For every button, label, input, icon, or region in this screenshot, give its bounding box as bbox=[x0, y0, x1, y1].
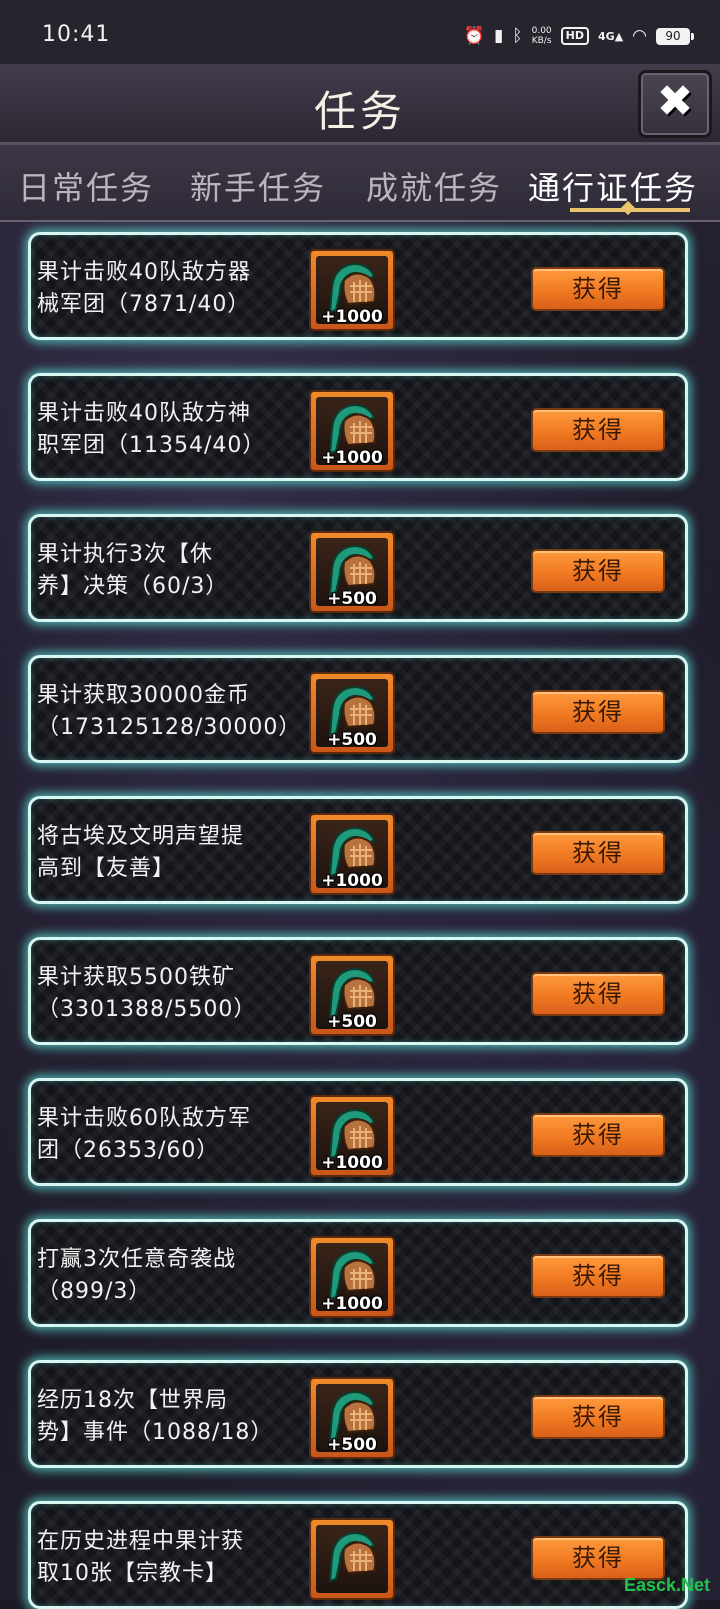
task-line-1: 果计执行3次【休 bbox=[37, 542, 213, 567]
task-description: 将古埃及文明声望提 高到【友善】 bbox=[37, 821, 297, 885]
close-icon: ✖ bbox=[656, 76, 694, 127]
tab-pass[interactable]: 通行证任务 bbox=[528, 163, 698, 209]
task-line-1: 经历18次【世界局 bbox=[37, 1388, 228, 1413]
reward-amount: +500 bbox=[327, 730, 377, 750]
reward-item: +500 bbox=[309, 954, 395, 1036]
task-description: 果计击败40队敌方神 职军团（11354/40） bbox=[37, 398, 297, 462]
task-description: 果计执行3次【休 养】决策（60/3） bbox=[37, 539, 297, 603]
task-line-2: （899/3） bbox=[37, 1279, 152, 1304]
reward-item: +1000 bbox=[309, 1236, 395, 1318]
bluetooth-icon: ᛒ bbox=[512, 26, 523, 46]
hd-badge: HD bbox=[560, 27, 589, 45]
task-card: 在历史进程中果计获 取10张【宗教卡】 获得 bbox=[28, 1501, 688, 1609]
task-line-1: 果计获取5500铁矿 bbox=[37, 965, 235, 990]
task-line-1: 果计击败60队敌方军 bbox=[37, 1106, 251, 1131]
task-line-1: 在历史进程中果计获 bbox=[37, 1529, 245, 1554]
reward-item: +1000 bbox=[309, 249, 395, 331]
task-line-2: 养】决策（60/3） bbox=[37, 574, 229, 599]
claim-button[interactable]: 获得 bbox=[531, 1395, 665, 1439]
tab-daily[interactable]: 日常任务 bbox=[18, 163, 154, 209]
reward-amount: +1000 bbox=[321, 1294, 383, 1314]
reward-item bbox=[309, 1518, 395, 1600]
task-card: 果计击败40队敌方器 械军团（7871/40） +1000 获得 bbox=[28, 232, 688, 340]
task-description: 果计击败60队敌方军 团（26353/60） bbox=[37, 1103, 297, 1167]
close-button[interactable]: ✖ bbox=[638, 70, 712, 138]
watermark: Easck.Net bbox=[623, 1575, 710, 1595]
task-line-2: 取10张【宗教卡】 bbox=[37, 1561, 228, 1586]
claim-button[interactable]: 获得 bbox=[531, 972, 665, 1016]
tab-newbie[interactable]: 新手任务 bbox=[190, 163, 326, 209]
claim-button[interactable]: 获得 bbox=[531, 690, 665, 734]
status-bar: 10:41 ⏰ ▮ ᛒ 0.00 KB/s HD 4G▲ ◠ 90 bbox=[0, 0, 720, 64]
reward-amount: +500 bbox=[327, 1012, 377, 1032]
page-title: 任务 bbox=[313, 87, 406, 136]
net-speed: 0.00 KB/s bbox=[532, 26, 552, 46]
wifi-icon: ◠ bbox=[632, 26, 647, 46]
task-description: 果计获取30000金币 （173125128/30000） bbox=[37, 680, 300, 744]
alarm-icon: ⏰ bbox=[463, 26, 486, 46]
signal-icon: 4G▲ bbox=[598, 29, 624, 43]
task-card: 经历18次【世界局势】事件（1088/18） +500 获得 bbox=[28, 1360, 688, 1468]
claim-button[interactable]: 获得 bbox=[531, 408, 665, 452]
reward-item: +500 bbox=[309, 1377, 395, 1459]
task-line-1: 果计获取30000金币 bbox=[37, 683, 250, 708]
claim-button[interactable]: 获得 bbox=[531, 1254, 665, 1298]
reward-item: +500 bbox=[309, 531, 395, 613]
task-line-2: 团（26353/60） bbox=[37, 1138, 220, 1163]
task-card: 将古埃及文明声望提 高到【友善】 +1000 获得 bbox=[28, 796, 688, 904]
task-line-1: 果计击败40队敌方神 bbox=[37, 401, 251, 426]
claim-button[interactable]: 获得 bbox=[531, 1536, 665, 1580]
task-card: 果计获取5500铁矿 （3301388/5500） +500 获得 bbox=[28, 937, 688, 1045]
task-description: 经历18次【世界局势】事件（1088/18） bbox=[37, 1385, 297, 1449]
clock: 10:41 bbox=[42, 22, 111, 47]
claim-button[interactable]: 获得 bbox=[531, 831, 665, 875]
reward-amount: +1000 bbox=[321, 1153, 383, 1173]
task-card: 果计击败60队敌方军 团（26353/60） +1000 获得 bbox=[28, 1078, 688, 1186]
status-icons: ⏰ ▮ ᛒ 0.00 KB/s HD 4G▲ ◠ 90 bbox=[463, 24, 694, 48]
task-description: 在历史进程中果计获 取10张【宗教卡】 bbox=[37, 1526, 297, 1590]
task-card: 果计获取30000金币 （173125128/30000） +500 获得 bbox=[28, 655, 688, 763]
title-bar: 任务 ✖ bbox=[0, 64, 720, 145]
claim-button[interactable]: 获得 bbox=[531, 1113, 665, 1157]
reward-item: +1000 bbox=[309, 1095, 395, 1177]
task-card: 果计击败40队敌方神 职军团（11354/40） +1000 获得 bbox=[28, 373, 688, 481]
task-line-2: 械军团（7871/40） bbox=[37, 292, 251, 317]
net-speed-value: 0.00 bbox=[531, 26, 552, 36]
reward-item: +1000 bbox=[309, 813, 395, 895]
task-line-2: 职军团（11354/40） bbox=[37, 433, 266, 458]
claim-button[interactable]: 获得 bbox=[531, 267, 665, 311]
reward-item: +500 bbox=[309, 672, 395, 754]
tab-achievement[interactable]: 成就任务 bbox=[366, 163, 502, 209]
task-line-1: 打赢3次任意奇袭战 bbox=[37, 1247, 236, 1272]
task-line-2: 高到【友善】 bbox=[37, 856, 176, 881]
reward-amount: +500 bbox=[327, 589, 377, 609]
task-line-2: （173125128/30000） bbox=[37, 715, 302, 740]
tab-bar: 日常任务 新手任务 成就任务 通行证任务 bbox=[0, 145, 720, 222]
task-line-1: 将古埃及文明声望提 bbox=[37, 824, 245, 849]
task-card: 打赢3次任意奇袭战 （899/3） +1000 获得 bbox=[28, 1219, 688, 1327]
task-card: 果计执行3次【休 养】决策（60/3） +500 获得 bbox=[28, 514, 688, 622]
task-description: 果计击败40队敌方器 械军团（7871/40） bbox=[37, 257, 297, 321]
task-line-2: （3301388/5500） bbox=[37, 997, 257, 1022]
signal-label: 4G bbox=[598, 29, 615, 43]
task-description: 果计获取5500铁矿 （3301388/5500） bbox=[37, 962, 297, 1026]
vibrate-icon: ▮ bbox=[494, 26, 504, 46]
task-line-1: 果计击败40队敌方器 bbox=[37, 260, 251, 285]
net-speed-unit: KB/s bbox=[531, 36, 552, 46]
battery-icon: 90 bbox=[656, 27, 694, 45]
reward-item: +1000 bbox=[309, 390, 395, 472]
reward-amount: +500 bbox=[327, 1435, 377, 1455]
reward-amount: +1000 bbox=[321, 307, 383, 327]
claim-button[interactable]: 获得 bbox=[531, 549, 665, 593]
task-line-2: 势】事件（1088/18） bbox=[37, 1420, 274, 1445]
helmet-icon bbox=[316, 1525, 388, 1593]
reward-amount: +1000 bbox=[321, 448, 383, 468]
task-description: 打赢3次任意奇袭战 （899/3） bbox=[37, 1244, 297, 1308]
reward-amount: +1000 bbox=[321, 871, 383, 891]
